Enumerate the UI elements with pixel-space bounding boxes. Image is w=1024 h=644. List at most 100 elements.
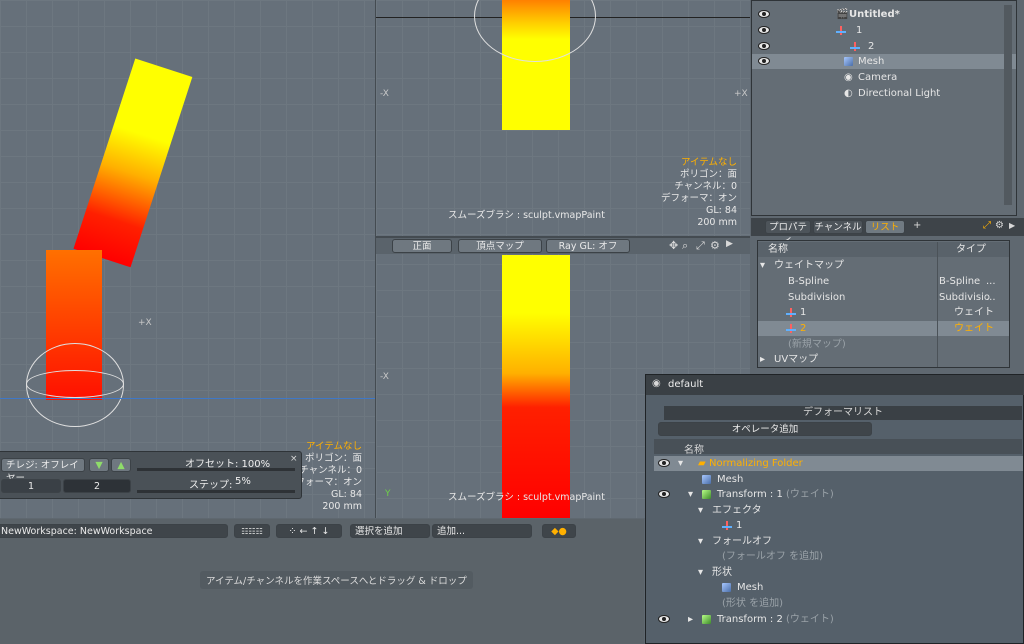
list-item-map-2[interactable]: 2 ウェイト: [758, 321, 1009, 336]
mesh-icon: [722, 580, 734, 595]
visibility-eye-icon[interactable]: [658, 490, 670, 498]
list-item-map-1[interactable]: 1 ウェイト: [758, 305, 1009, 320]
deformer-row-falloff[interactable]: ▾ フォールオフ: [654, 534, 1023, 549]
deformer-row-folder[interactable]: ▾ ▰ Normalizing Folder: [654, 456, 1023, 471]
visibility-eye-icon[interactable]: [758, 42, 770, 50]
maximize-icon[interactable]: ⤢: [696, 239, 705, 253]
deformer-row-effector[interactable]: ▾ エフェクタ: [654, 503, 1023, 518]
tree-item-2[interactable]: 2: [752, 39, 1016, 54]
deformer-row-effector-1[interactable]: 1: [654, 518, 1023, 533]
axis-x-label: +X: [138, 318, 152, 328]
grid-layout-button[interactable]: ☷☷☷: [234, 524, 270, 538]
deformer-row-shape-mesh[interactable]: Mesh: [654, 580, 1023, 595]
deformer-row-add-falloff[interactable]: (フォールオフ を追加): [654, 549, 1023, 564]
transform-icon: [702, 612, 714, 627]
viewport-top[interactable]: -X +X スムーズブラシ : sculpt.vmapPaint アイテムなし …: [376, 0, 750, 236]
close-icon[interactable]: ×: [290, 454, 298, 464]
hud-info: アイテムなし ポリゴン：面 チャンネル：0 デフォーマ：オン GL: 84 20…: [660, 157, 737, 228]
mesh-icon: [844, 54, 856, 69]
locator-icon: [786, 305, 799, 320]
tool-properties-panel: チレジ: オフレイヤー ▼ ▲ オフセット: 100% × 1 2 ステップ: …: [0, 451, 302, 499]
gear-icon[interactable]: ⚙: [710, 239, 720, 252]
tree-item-mesh[interactable]: Mesh: [752, 54, 1016, 69]
axis-x-left-label: -X: [380, 372, 389, 382]
list-column-divider: [937, 242, 938, 367]
visibility-eye-icon[interactable]: [658, 615, 670, 623]
arrow-down-button[interactable]: ▼: [89, 458, 109, 472]
list-item-new-map[interactable]: (新規マップ): [758, 337, 1009, 352]
arrow-up-button[interactable]: ▲: [111, 458, 131, 472]
column-header: 名称: [654, 439, 1022, 456]
axis-x-right-label: +X: [734, 89, 748, 99]
key-toggle[interactable]: ◆●: [542, 524, 576, 538]
deformer-row-add-shape[interactable]: (形状 を追加): [654, 596, 1023, 611]
app-icon: ◉: [652, 378, 661, 389]
brush-label: スムーズブラシ : sculpt.vmapPaint: [448, 210, 605, 221]
move-icon[interactable]: ✥: [669, 239, 678, 252]
visibility-eye-icon[interactable]: [758, 26, 770, 34]
list-header: 名称 タイプ: [758, 242, 1009, 257]
add-operator-button[interactable]: オペレータ追加: [658, 422, 872, 436]
brush-label: スムーズブラシ : sculpt.vmapPaint: [448, 492, 605, 503]
clapper-icon: 🎬: [836, 9, 849, 20]
field-right[interactable]: 2: [63, 479, 131, 493]
vertex-map-button[interactable]: 頂点マップ: [458, 239, 542, 253]
step-value: 5%: [235, 476, 251, 487]
visibility-eye-icon[interactable]: [758, 57, 770, 65]
window-titlebar[interactable]: ◉ default: [646, 375, 1024, 395]
tree-item-untitled[interactable]: 🎬 Untitled*: [752, 7, 1016, 22]
deformer-row-mesh[interactable]: Mesh: [654, 472, 1023, 487]
chevron-right-icon[interactable]: ▶: [726, 239, 733, 249]
step-label: ステップ:: [189, 480, 233, 491]
folder-icon: ▰: [698, 458, 706, 469]
offset-slider[interactable]: [137, 468, 295, 471]
visibility-eye-icon[interactable]: [658, 459, 670, 467]
drop-hint: アイテム/チャンネルを作業スペースへとドラッグ & ドロップ: [200, 571, 473, 589]
joint-ring: [26, 370, 124, 398]
tree-item-1[interactable]: 1: [752, 23, 1016, 38]
props-tab-bar: プロパティ チャンネル リスト + ⤢ ⚙ ▶: [751, 218, 1024, 246]
list-item-weightmap[interactable]: ▾ ウェイトマップ: [758, 258, 1009, 273]
maximize-icon[interactable]: ⤢: [983, 220, 991, 231]
axis-y-label: Y: [385, 489, 391, 499]
locator-icon: [836, 23, 849, 38]
tree-item-camera[interactable]: ◉ Camera: [752, 70, 1016, 85]
divider-horizontal: [376, 236, 750, 238]
locator-icon: [786, 321, 799, 336]
raygl-button[interactable]: Ray GL: オフ: [546, 239, 630, 253]
tab-list[interactable]: リスト: [865, 220, 905, 234]
list-item-subdivision[interactable]: Subdivision Subdivisio ...: [758, 290, 1009, 305]
viewport-perspective[interactable]: +X アイテムなし ポリゴン：面 チャンネル：0 デフォーマ：オン GL: 84…: [0, 0, 375, 518]
zoom-icon[interactable]: ⌕: [682, 239, 688, 253]
locator-icon: [850, 39, 863, 54]
camera-icon: ◉: [844, 72, 853, 83]
nav-arrows[interactable]: ⁘ ← ↑ ↓: [276, 524, 342, 538]
list-item-bspline[interactable]: B-Spline B-Spline ...: [758, 274, 1009, 289]
divider-vertical: [375, 0, 376, 518]
select-add-button[interactable]: 選択を追加: [350, 524, 430, 538]
gear-icon[interactable]: ⚙: [995, 220, 1004, 231]
field-left[interactable]: 1: [1, 479, 61, 493]
deformer-row-transform-1[interactable]: ▾ Transform : 1 (ウェイト): [654, 487, 1023, 502]
tree-item-light[interactable]: ◐ Directional Light: [752, 86, 1016, 101]
chevron-right-icon[interactable]: ▶: [1009, 221, 1015, 230]
light-icon: ◐: [844, 88, 853, 99]
falloff-mode-button[interactable]: チレジ: オフレイヤー: [1, 458, 85, 484]
deformer-row-shape[interactable]: ▾ 形状: [654, 565, 1023, 580]
step-slider[interactable]: [137, 490, 295, 493]
vertex-map-list: 名称 タイプ ▾ ウェイトマップ B-Spline B-Spline ... Su…: [757, 240, 1010, 368]
add-dropdown[interactable]: 追加...: [432, 524, 532, 538]
add-tab-button[interactable]: +: [913, 220, 921, 231]
tree-scrollbar[interactable]: [1004, 5, 1012, 205]
locator-icon: [722, 518, 735, 533]
mesh-icon: [702, 472, 714, 487]
tab-properties[interactable]: プロパティ: [765, 220, 811, 246]
tab-channels[interactable]: チャンネル: [813, 220, 863, 234]
deformer-row-transform-2[interactable]: ▸ Transform : 2 (ウェイト): [654, 612, 1023, 627]
workspace-select[interactable]: NewWorkspace: NewWorkspace: [0, 524, 228, 538]
axis-x-left-label: -X: [380, 89, 389, 99]
list-item-uvmap[interactable]: ▸ UVマップ: [758, 352, 1009, 367]
visibility-eye-icon[interactable]: [758, 10, 770, 18]
view-front-button[interactable]: 正面: [392, 239, 452, 253]
ground-line: [0, 398, 375, 399]
